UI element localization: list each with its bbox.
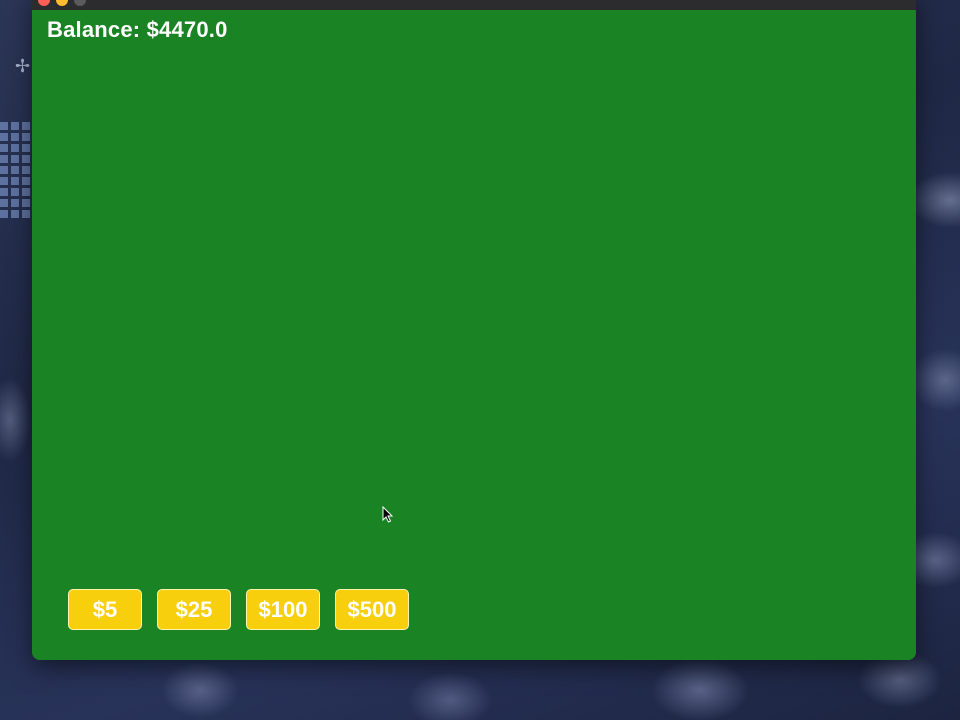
game-table: Balance: $4470.0 $5 $25 $100 $500 bbox=[32, 10, 916, 660]
balance-label: Balance: $4470.0 bbox=[47, 17, 228, 42]
app-window: Balance: $4470.0 $5 $25 $100 $500 bbox=[32, 0, 916, 660]
pinwheel-icon: ✢ bbox=[15, 56, 31, 77]
bet-100-button[interactable]: $100 bbox=[246, 589, 320, 630]
close-window-button[interactable] bbox=[38, 0, 50, 6]
minimize-window-button[interactable] bbox=[56, 0, 68, 6]
mouse-pointer-icon bbox=[382, 506, 394, 523]
zoom-window-button[interactable] bbox=[74, 0, 86, 6]
bet-5-button[interactable]: $5 bbox=[68, 589, 142, 630]
window-titlebar[interactable] bbox=[32, 0, 916, 10]
bet-500-button[interactable]: $500 bbox=[335, 589, 409, 630]
window-controls bbox=[38, 0, 86, 6]
bet-chip-row: $5 $25 $100 $500 bbox=[68, 589, 409, 630]
desktop-widget-grid bbox=[0, 122, 30, 232]
bet-25-button[interactable]: $25 bbox=[157, 589, 231, 630]
